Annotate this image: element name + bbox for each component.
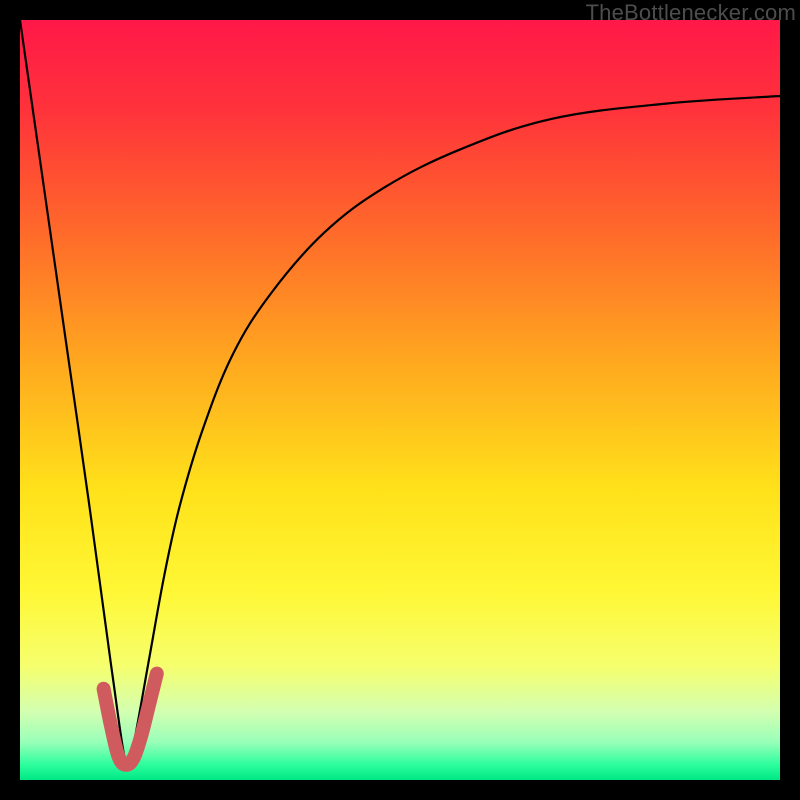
curve-layer xyxy=(20,20,780,780)
main-curve xyxy=(20,20,780,770)
chart-frame: TheBottlenecker.com xyxy=(0,0,800,800)
highlight-marker xyxy=(104,674,157,765)
watermark-text: TheBottlenecker.com xyxy=(586,0,796,26)
plot-area xyxy=(20,20,780,780)
